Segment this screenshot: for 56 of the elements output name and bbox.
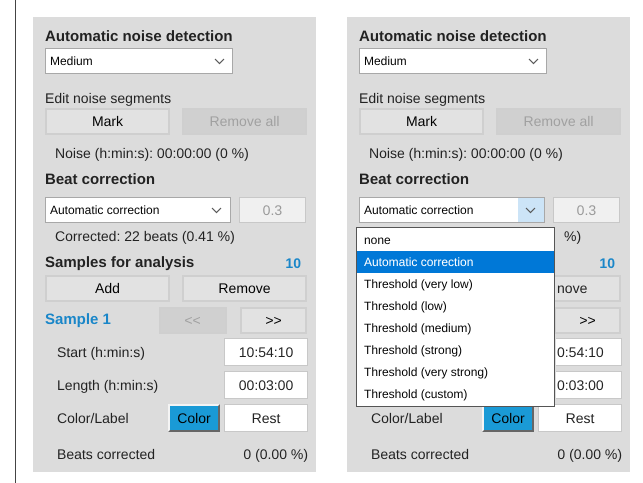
section-label: Edit noise segments [45,89,172,108]
field-label: Beats corrected [57,444,156,464]
chevron-down-icon [214,58,224,64]
sample-title: Sample 1 [45,310,112,330]
corrected-summary: Corrected: 22 beats (0.41 %) [55,227,235,246]
noise-summary: Noise (h:min:s): 00:00:00 (0 %) [55,144,250,163]
select-value: Medium [363,53,408,70]
dropdown-option[interactable]: Threshold (strong) [357,339,554,361]
push-button[interactable]: >> [240,306,307,334]
label-field[interactable]: Rest [538,404,622,432]
section-label: Edit noise segments [359,89,486,108]
dropdown-option[interactable]: Automatic correction [357,251,554,273]
push-button[interactable]: >> [554,306,621,334]
dropdown-select[interactable]: Automatic correction [45,197,231,223]
dropdown-option[interactable]: Threshold (custom) [357,383,554,405]
push-button[interactable]: Remove [182,275,307,302]
dropdown-option[interactable]: none [357,229,554,251]
noise-summary: Noise (h:min:s): 00:00:00 (0 %) [369,144,564,163]
select-value: Automatic correction [49,202,160,219]
dropdown-select[interactable]: Medium [359,48,547,74]
color-button[interactable]: Color [168,404,220,432]
push-button[interactable]: nove [555,275,621,302]
field-label: Color/Label [57,408,130,428]
push-button[interactable]: Add [45,275,170,302]
label-field[interactable]: Rest [224,404,308,432]
chevron-down-icon [528,58,538,64]
push-button[interactable]: Mark [45,108,170,135]
dropdown-option[interactable]: Threshold (very low) [357,273,554,295]
dropdown-select[interactable]: Automatic correction [359,197,545,223]
field-label: Color/Label [371,408,444,428]
field-label: Beats corrected [371,444,470,464]
dropdown-option[interactable]: Threshold (very strong) [357,361,554,383]
time-field[interactable]: 0:54:10 [556,338,622,366]
select-value: Medium [49,53,94,70]
chevron-down-icon [525,206,536,214]
field-label: Start (h:min:s) [57,342,145,362]
sample-count: 10 [285,254,301,272]
time-field[interactable]: 10:54:10 [224,338,308,366]
section-title: Automatic noise detection [359,27,548,47]
dropdown-option[interactable]: Threshold (low) [357,295,554,317]
time-field[interactable]: 00:03:00 [224,371,308,399]
section-title: Beat correction [359,170,470,190]
section-title: Automatic noise detection [45,27,234,47]
beats-corrected-value: 0 (0.00 %) [243,444,308,464]
section-title: Beat correction [45,170,156,190]
sample-count: 10 [599,254,615,272]
section-title: Samples for analysis [45,252,194,273]
beats-corrected-value: 0 (0.00 %) [557,444,622,464]
field-label: Length (h:min:s) [57,376,158,395]
time-field[interactable]: 0:03:00 [556,371,622,399]
chevron-down-icon [211,206,222,214]
corrected-summary: %) [564,227,582,246]
select-value: Automatic correction [363,202,474,219]
dropdown-select[interactable]: Medium [45,48,233,74]
dropdown-option[interactable]: Threshold (medium) [357,317,554,339]
push-button[interactable]: Mark [359,108,484,135]
